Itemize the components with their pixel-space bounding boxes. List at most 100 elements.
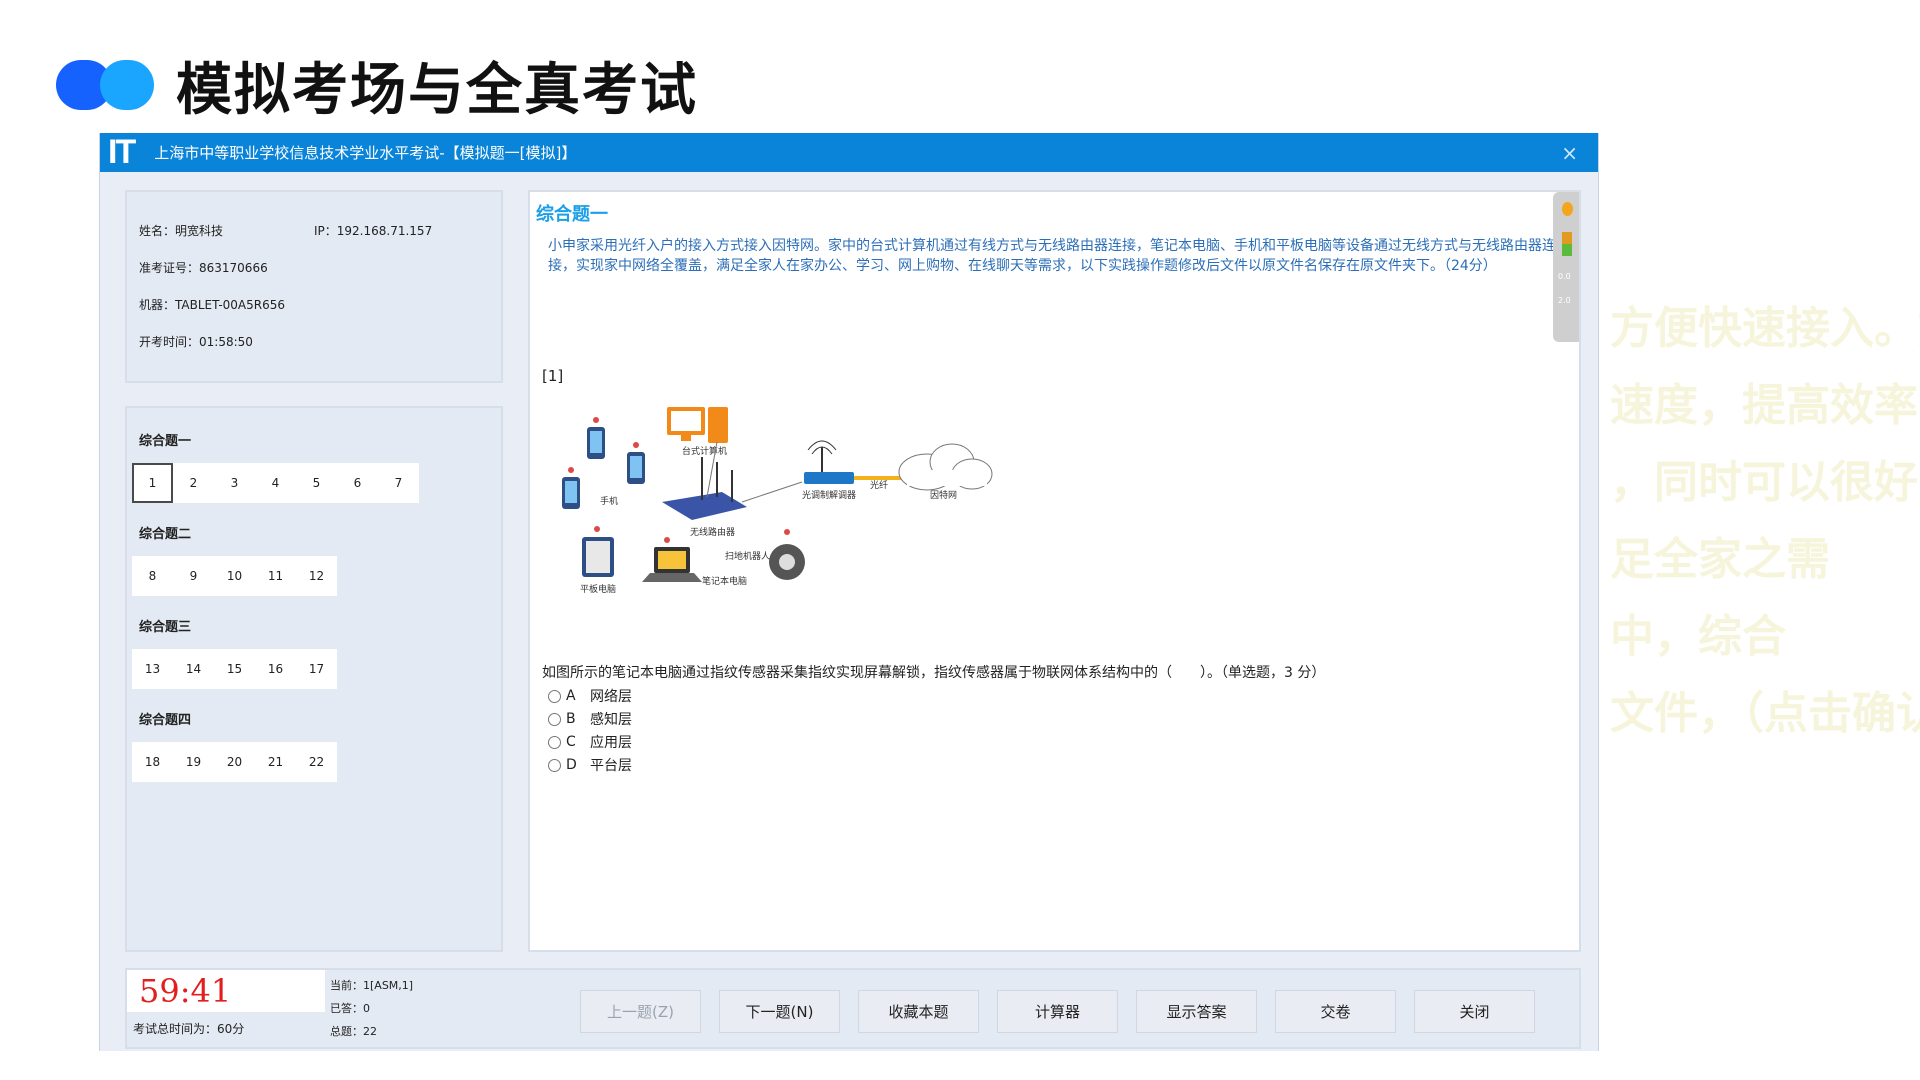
radio-icon[interactable]	[548, 735, 561, 749]
exam-id: 准考证号：863170666	[139, 261, 268, 275]
option-letter: D	[566, 757, 577, 773]
total-count: 总题：22	[330, 1025, 377, 1038]
question-button[interactable]: 15	[214, 649, 255, 689]
brand-pill-icon	[56, 60, 154, 110]
machine-name: 机器：TABLET-00A5R656	[139, 298, 286, 312]
app-logo: IT	[108, 133, 136, 171]
question-button[interactable]: 10	[214, 556, 255, 596]
question-button[interactable]: 6	[337, 463, 378, 503]
prev-question-button[interactable]: 上一题(Z)	[580, 990, 701, 1033]
question-grid: 1 2 3 4 5 6 7	[132, 463, 419, 503]
option-d[interactable]: D 平台层	[548, 755, 632, 775]
ghost-line: 文件，（点击确认）。	[1610, 688, 1920, 739]
question-button[interactable]: 21	[255, 742, 296, 782]
countdown-timer: 59:41	[139, 972, 232, 1010]
close-icon[interactable]: ×	[1561, 141, 1578, 165]
option-text: 平台层	[590, 758, 632, 774]
option-letter: A	[566, 688, 576, 704]
ghost-line: 中，综合	[1610, 611, 1786, 662]
answered-count: 已答：0	[330, 1002, 370, 1015]
section-title: 综合题一	[536, 204, 608, 225]
label-desktop: 台式计算机	[682, 445, 727, 457]
background-ghost-text: 方便快速接入。如 速度，提高效率， ，同时可以很好 足全家之需 中，综合 文件，…	[1610, 290, 1920, 752]
option-letter: B	[566, 711, 576, 727]
total-exam-time: 考试总时间为：60分	[133, 1022, 245, 1036]
network-diagram: 手机 台式计算机 无线路由器 光调制解调器 光纤 因特网 平板电脑 笔记本电脑 …	[562, 407, 993, 595]
battery-level-icon	[1562, 244, 1572, 256]
option-b[interactable]: B 感知层	[548, 709, 632, 729]
submit-button[interactable]: 交卷	[1275, 990, 1396, 1033]
bottom-bar: 59:41 考试总时间为：60分 当前：1[ASM,1] 已答：0 总题：22 …	[125, 968, 1581, 1049]
tablet-icon	[582, 526, 614, 577]
question-grid: 8 9 10 11 12	[132, 556, 337, 596]
question-navigator: 综合题一 1 2 3 4 5 6 7 综合题二 8 9 10 11 12 综合题…	[125, 406, 503, 952]
label-phone: 手机	[600, 495, 618, 507]
ghost-line: 足全家之需	[1610, 534, 1830, 585]
question-button[interactable]: 12	[296, 556, 337, 596]
question-text: 如图所示的笔记本电脑通过指纹传感器采集指纹实现屏幕解锁，指纹传感器属于物联网体系…	[542, 665, 1326, 681]
option-text: 网络层	[590, 689, 632, 705]
question-button[interactable]: 16	[255, 649, 296, 689]
side-tool-panel[interactable]: 0.0 2.0	[1553, 192, 1579, 342]
label-fiber: 光纤	[870, 479, 888, 491]
question-button[interactable]: 18	[132, 742, 173, 782]
group-title: 综合题四	[139, 713, 192, 728]
question-button[interactable]: 13	[132, 649, 173, 689]
question-content: 综合题一 小申家采用光纤入户的接入方式接入因特网。家中的台式计算机通过有线方式与…	[528, 190, 1581, 952]
option-c[interactable]: C 应用层	[548, 732, 632, 752]
timer-box: 59:41	[127, 970, 325, 1012]
question-button[interactable]: 17	[296, 649, 337, 689]
candidate-name: 姓名：明宽科技	[139, 224, 224, 238]
ghost-line: 速度，提高效率，	[1610, 380, 1920, 431]
question-number: [1]	[542, 367, 564, 385]
question-button[interactable]: 8	[132, 556, 173, 596]
ghost-line: 方便快速接入。如	[1610, 303, 1920, 354]
option-a[interactable]: A 网络层	[548, 686, 632, 706]
radio-icon[interactable]	[548, 712, 561, 726]
question-button[interactable]: 5	[296, 463, 337, 503]
close-button[interactable]: 关闭	[1414, 990, 1535, 1033]
option-text: 感知层	[590, 712, 632, 728]
label-modem: 光调制解调器	[802, 489, 856, 501]
group-title: 综合题一	[139, 434, 192, 449]
question-button[interactable]: 14	[173, 649, 214, 689]
ip-address: IP：192.168.71.157	[314, 224, 433, 238]
question-button[interactable]: 7	[378, 463, 419, 503]
calculator-button[interactable]: 计算器	[997, 990, 1118, 1033]
question-button[interactable]: 1	[132, 463, 173, 503]
question-button[interactable]: 11	[255, 556, 296, 596]
phone-icon	[562, 417, 645, 509]
modem-icon	[804, 440, 854, 484]
label-laptop: 笔记本电脑	[702, 575, 747, 587]
candidate-info-panel: 姓名：明宽科技 IP：192.168.71.157 准考证号：863170666…	[125, 190, 503, 383]
slide-header: 模拟考场与全真考试	[56, 50, 698, 123]
bookmark-button[interactable]: 收藏本题	[858, 990, 979, 1033]
laptop-icon	[642, 537, 702, 582]
action-buttons: 上一题(Z) 下一题(N) 收藏本题 计算器 显示答案 交卷 关闭	[580, 990, 1553, 1033]
question-button[interactable]: 20	[214, 742, 255, 782]
next-question-button[interactable]: 下一题(N)	[719, 990, 840, 1033]
question-button[interactable]: 2	[173, 463, 214, 503]
slide-title: 模拟考场与全真考试	[176, 57, 698, 123]
show-answer-button[interactable]: 显示答案	[1136, 990, 1257, 1033]
question-button[interactable]: 4	[255, 463, 296, 503]
option-letter: C	[566, 734, 576, 750]
question-button[interactable]: 22	[296, 742, 337, 782]
window-title: 上海市中等职业学校信息技术学业水平考试-【模拟题一[模拟]】	[154, 144, 577, 162]
desktop-icon	[667, 407, 728, 443]
title-bar: IT 上海市中等职业学校信息技术学业水平考试-【模拟题一[模拟]】 ×	[100, 133, 1598, 172]
exam-window: IT 上海市中等职业学校信息技术学业水平考试-【模拟题一[模拟]】 × 姓名：明…	[99, 133, 1599, 1051]
question-button[interactable]: 9	[173, 556, 214, 596]
side-tool-value: 2.0	[1558, 296, 1571, 305]
ghost-line: ，同时可以很好	[1610, 457, 1918, 508]
radio-icon[interactable]	[548, 758, 561, 772]
router-icon	[662, 457, 747, 520]
radio-icon[interactable]	[548, 689, 561, 703]
cloud-icon	[898, 443, 993, 491]
question-button[interactable]: 19	[173, 742, 214, 782]
question-button[interactable]: 3	[214, 463, 255, 503]
label-tablet: 平板电脑	[580, 583, 616, 595]
group-title: 综合题二	[139, 527, 192, 542]
start-time: 开考时间：01:58:50	[139, 335, 253, 349]
question-grid: 13 14 15 16 17	[132, 649, 337, 689]
